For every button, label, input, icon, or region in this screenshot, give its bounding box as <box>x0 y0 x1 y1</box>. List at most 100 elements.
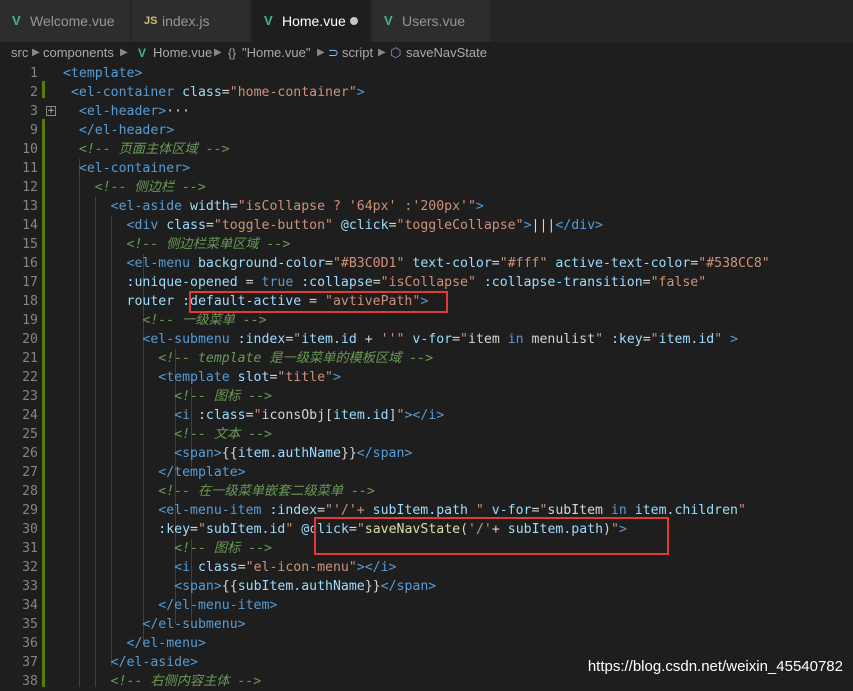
code-line[interactable]: 19 <!-- 一级菜单 --> <box>0 311 853 330</box>
code-token: ||| <box>531 218 556 233</box>
tab-home-vue[interactable]: V Home.vue <box>252 0 370 42</box>
code-token: class <box>197 560 238 575</box>
code-line[interactable]: 15 <!-- 侧边栏菜单区域 --> <box>0 235 853 254</box>
code-token: ] <box>388 408 397 423</box>
tab-users-vue[interactable]: V Users.vue <box>372 0 490 42</box>
code-text: <!-- 页面主体区域 --> <box>63 140 230 159</box>
code-line[interactable]: 3 + <el-header>··· <box>0 102 853 121</box>
code-line[interactable]: 23 <!-- 图标 --> <box>0 387 853 406</box>
code-token: " <box>737 503 746 518</box>
code-line[interactable]: 35 </el-submenu> <box>0 615 853 634</box>
code-token: "isCollapse ? '64px' :'200px'" <box>237 199 476 214</box>
code-line[interactable]: 27 </template> <box>0 463 853 482</box>
code-line[interactable]: 28 <!-- 在一级菜单嵌套二级菜单 --> <box>0 482 853 501</box>
code-line[interactable]: 22 <template slot="title"> <box>0 368 853 387</box>
breadcrumb-savenavstate[interactable]: saveNavState <box>406 42 487 64</box>
breadcrumb-components[interactable]: components <box>43 42 114 64</box>
code-line[interactable]: 13 <el-aside width="isCollapse ? '64px' … <box>0 197 853 216</box>
line-number: 34 <box>22 598 38 613</box>
code-text: </el-submenu> <box>63 615 245 634</box>
code-line[interactable]: 20 <el-submenu :index="item.id + ''" v-f… <box>0 330 853 349</box>
vue-file-icon: V <box>384 13 393 28</box>
code-token: menulist <box>531 332 596 347</box>
tab-welcome-vue[interactable]: V Welcome.vue <box>0 0 130 42</box>
code-token: width <box>190 199 230 214</box>
line-number: 14 <box>22 218 38 233</box>
code-token: slot <box>237 370 270 385</box>
code-line[interactable]: 32 <i class="el-icon-menu"></i> <box>0 558 853 577</box>
line-number: 33 <box>22 579 38 594</box>
tab-label: index.js <box>162 13 210 29</box>
line-number: 38 <box>22 674 38 689</box>
code-line[interactable]: 11 <el-container> <box>0 159 853 178</box>
code-token: item.children <box>634 503 738 518</box>
code-line[interactable]: 21 <!-- template 是一级菜单的模板区域 --> <box>0 349 853 368</box>
code-text: <el-container class="home-container"> <box>63 83 365 102</box>
code-text: </el-menu-item> <box>63 596 277 615</box>
code-token: " <box>650 332 659 347</box>
chevron-right-icon: ▶ <box>378 47 386 58</box>
code-text: <!-- 侧边栏 --> <box>63 178 206 197</box>
code-text: <!-- 右侧内容主体 --> <box>63 672 262 691</box>
code-token: "#B3C0D1" <box>332 256 413 271</box>
code-token: ></i> <box>404 408 445 423</box>
breadcrumb-home-vue-object[interactable]: "Home.vue" <box>242 42 310 64</box>
code-token: :unique-opened <box>63 275 246 290</box>
code-line[interactable]: 26 <span>{{item.authName}}</span> <box>0 444 853 463</box>
code-line[interactable]: 12 <!-- 侧边栏 --> <box>0 178 853 197</box>
code-line[interactable]: 17 :unique-opened = true :collapse="isCo… <box>0 273 853 292</box>
code-token: <template <box>63 370 238 385</box>
tab-index-js[interactable]: JS index.js <box>132 0 250 42</box>
code-text: <!-- 图标 --> <box>63 387 272 406</box>
code-text: <el-container> <box>63 159 190 178</box>
code-line[interactable]: 34 </el-menu-item> <box>0 596 853 615</box>
code-editor[interactable]: 1 <template> 2 <el-container class="home-c… <box>0 64 853 689</box>
code-token: <!-- 图标 --> <box>63 389 272 404</box>
code-line[interactable]: 10 <!-- 页面主体区域 --> <box>0 140 853 159</box>
code-token: :index <box>237 332 286 347</box>
fold-expand-icon[interactable]: + <box>46 106 56 116</box>
code-token: <el-aside <box>63 199 191 214</box>
code-token: <!-- 文本 --> <box>63 427 272 442</box>
highlight-box-click-handler <box>314 517 669 555</box>
breadcrumb-script[interactable]: script <box>342 42 373 64</box>
line-number: 25 <box>22 427 38 442</box>
code-line[interactable]: 16 <el-menu background-color="#B3C0D1" t… <box>0 254 853 273</box>
code-token: @click <box>340 218 389 233</box>
code-token: </el-header> <box>63 123 175 138</box>
code-line[interactable]: 2 <el-container class="home-container"> <box>0 83 853 102</box>
code-token: "toggle-button" <box>213 218 341 233</box>
code-line[interactable]: 1 <template> <box>0 64 853 83</box>
code-token: = <box>325 256 333 271</box>
vue-file-icon: V <box>264 13 273 28</box>
method-cube-icon: ⬡ <box>390 45 402 60</box>
code-text: <!-- template 是一级菜单的模板区域 --> <box>63 349 433 368</box>
line-number: 9 <box>30 123 38 138</box>
code-token: "toggleCollapse" <box>396 218 524 233</box>
chevron-right-icon: ▶ <box>32 47 40 58</box>
line-number: 37 <box>22 655 38 670</box>
code-token: "isCollapse" <box>380 275 484 290</box>
code-text: <el-submenu :index="item.id + ''" v-for=… <box>63 330 738 349</box>
code-token: = <box>491 256 500 271</box>
code-line[interactable]: 14 <div class="toggle-button" @click="to… <box>0 216 853 235</box>
code-line[interactable]: 36 </el-menu> <box>0 634 853 653</box>
unsaved-dot-icon[interactable] <box>350 17 358 25</box>
breadcrumb-home-vue[interactable]: Home.vue <box>153 42 212 64</box>
vue-file-icon: V <box>12 13 21 28</box>
breadcrumb-src[interactable]: src <box>11 42 28 64</box>
code-token: <!-- 侧边栏 --> <box>63 180 206 195</box>
code-line[interactable]: 9 </el-header> <box>0 121 853 140</box>
line-number: 27 <box>22 465 38 480</box>
code-line[interactable]: 25 <!-- 文本 --> <box>0 425 853 444</box>
code-token: = <box>205 218 214 233</box>
chevron-right-icon: ▶ <box>317 47 325 58</box>
code-line[interactable]: 24 <i :class="iconsObj[item.id]"></i> <box>0 406 853 425</box>
code-token: = <box>642 332 651 347</box>
code-token: {{ <box>221 446 238 461</box>
code-token: </el-menu-item> <box>63 598 278 613</box>
code-token: <span> <box>63 579 222 594</box>
code-token: " <box>253 408 262 423</box>
code-token: = <box>237 560 246 575</box>
code-line[interactable]: 33 <span>{{subItem.authName}}</span> <box>0 577 853 596</box>
